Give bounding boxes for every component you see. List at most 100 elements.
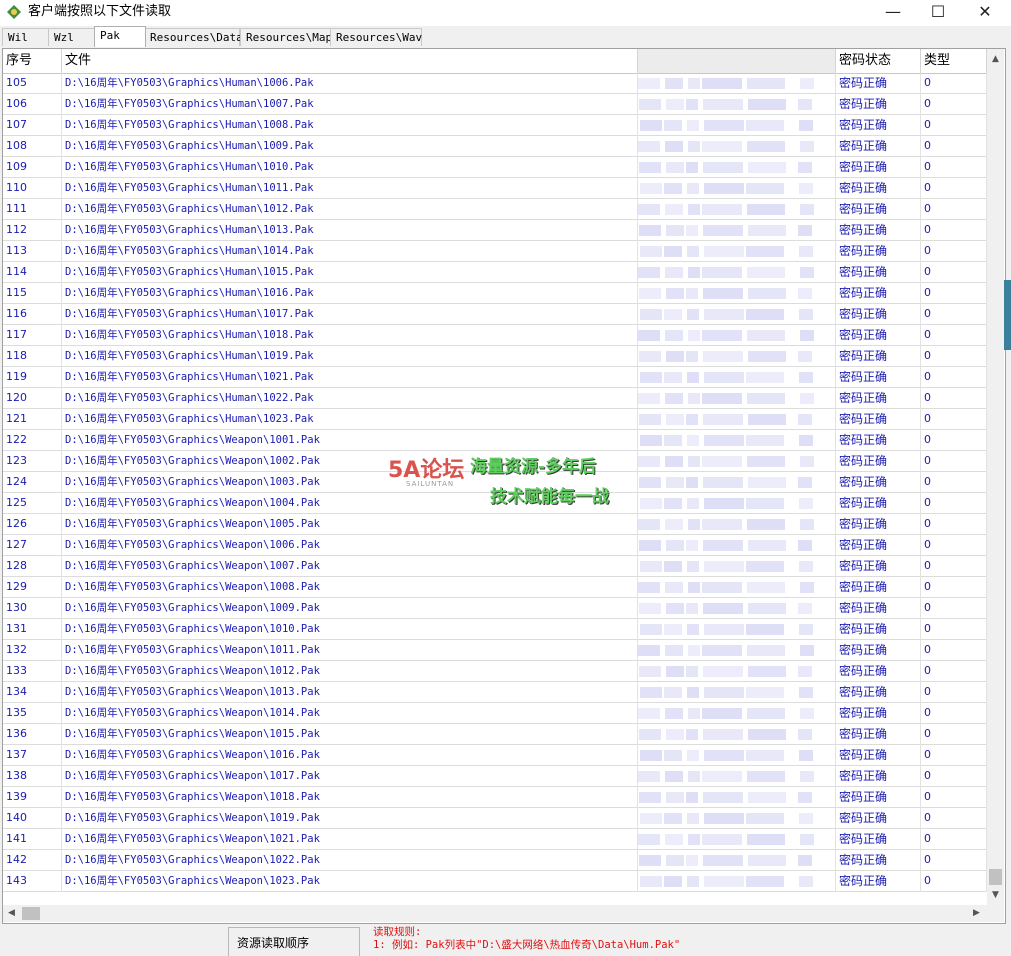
redaction-block (666, 792, 684, 803)
redaction-block (746, 876, 784, 887)
scroll-down-icon[interactable]: ▼ (987, 887, 1004, 904)
table-row[interactable]: 143 D:\16周年\FY0503\Graphics\Weapon\1023.P… (3, 871, 987, 892)
table-row[interactable]: 140 D:\16周年\FY0503\Graphics\Weapon\1019.P… (3, 808, 987, 829)
table-row[interactable]: 139 D:\16周年\FY0503\Graphics\Weapon\1018.P… (3, 787, 987, 808)
horizontal-scroll-thumb[interactable] (22, 907, 40, 920)
cell-seq: 137 (3, 745, 62, 766)
table-row[interactable]: 128 D:\16周年\FY0503\Graphics\Weapon\1007.P… (3, 556, 987, 577)
cell-seq: 132 (3, 640, 62, 661)
cell-file: D:\16周年\FY0503\Graphics\Weapon\1014.Pak (62, 703, 638, 724)
redaction-block (703, 603, 743, 614)
cell-type: 0 (921, 409, 987, 430)
table-row[interactable]: 105 D:\16周年\FY0503\Graphics\Human\1006.Pa… (3, 73, 987, 94)
table-row[interactable]: 117 D:\16周年\FY0503\Graphics\Human\1018.Pa… (3, 325, 987, 346)
cell-password-redacted (638, 850, 836, 871)
tab-pak[interactable]: Pak (94, 26, 146, 47)
bottom-panel: 资源读取顺序 读取规则: 1: 例如: Pak列表中"D:\盛大网络\热血传奇\… (0, 924, 1011, 956)
table-row[interactable]: 129 D:\16周年\FY0503\Graphics\Weapon\1008.P… (3, 577, 987, 598)
table-row[interactable]: 136 D:\16周年\FY0503\Graphics\Weapon\1015.P… (3, 724, 987, 745)
cell-password-state: 密码正确 (836, 598, 921, 619)
horizontal-scrollbar[interactable]: ◀ ▶ (3, 905, 987, 922)
table-row[interactable]: 142 D:\16周年\FY0503\Graphics\Weapon\1022.P… (3, 850, 987, 871)
redaction-block (746, 309, 784, 320)
maximize-button[interactable]: ☐ (915, 0, 961, 26)
cell-password-redacted (638, 157, 836, 178)
column-header-password[interactable] (638, 49, 836, 73)
redaction-block (747, 267, 785, 278)
table-row[interactable]: 127 D:\16周年\FY0503\Graphics\Weapon\1006.P… (3, 535, 987, 556)
redaction-block (800, 582, 814, 593)
cell-password-redacted (638, 766, 836, 787)
redaction-block (799, 309, 813, 320)
cell-password-redacted (638, 262, 836, 283)
tab-wzl[interactable]: Wzl (48, 28, 96, 46)
table-row[interactable]: 120 D:\16周年\FY0503\Graphics\Human\1022.Pa… (3, 388, 987, 409)
table-row[interactable]: 113 D:\16周年\FY0503\Graphics\Human\1014.Pa… (3, 241, 987, 262)
redaction-block (798, 414, 812, 425)
close-button[interactable]: ✕ (962, 0, 1008, 26)
table-row[interactable]: 115 D:\16周年\FY0503\Graphics\Human\1016.Pa… (3, 283, 987, 304)
redaction-block (687, 876, 699, 887)
cell-password-redacted (638, 871, 836, 892)
redaction-block (800, 771, 814, 782)
redaction-block (704, 183, 744, 194)
table-row[interactable]: 119 D:\16周年\FY0503\Graphics\Human\1021.Pa… (3, 367, 987, 388)
cell-file: D:\16周年\FY0503\Graphics\Weapon\1018.Pak (62, 787, 638, 808)
column-header-type[interactable]: 类型 (921, 49, 987, 73)
table-row[interactable]: 131 D:\16周年\FY0503\Graphics\Weapon\1010.P… (3, 619, 987, 640)
table-row[interactable]: 125 D:\16周年\FY0503\Graphics\Weapon\1004.P… (3, 493, 987, 514)
table-row[interactable]: 132 D:\16周年\FY0503\Graphics\Weapon\1011.P… (3, 640, 987, 661)
file-list[interactable]: 序号 文件 密码状态 类型 105 D:\16周年\FY0503\Graphics… (2, 48, 1006, 924)
table-row[interactable]: 130 D:\16周年\FY0503\Graphics\Weapon\1009.P… (3, 598, 987, 619)
cell-seq: 117 (3, 325, 62, 346)
cell-password-redacted (638, 619, 836, 640)
table-row[interactable]: 106 D:\16周年\FY0503\Graphics\Human\1007.Pa… (3, 94, 987, 115)
scroll-up-icon[interactable]: ▲ (987, 51, 1004, 68)
tab-wil[interactable]: Wil (2, 28, 52, 46)
redaction-block (747, 834, 785, 845)
table-row[interactable]: 122 D:\16周年\FY0503\Graphics\Weapon\1001.P… (3, 430, 987, 451)
table-row[interactable]: 114 D:\16周年\FY0503\Graphics\Human\1015.Pa… (3, 262, 987, 283)
table-row[interactable]: 112 D:\16周年\FY0503\Graphics\Human\1013.Pa… (3, 220, 987, 241)
vertical-scroll-thumb[interactable] (989, 869, 1002, 885)
table-row[interactable]: 137 D:\16周年\FY0503\Graphics\Weapon\1016.P… (3, 745, 987, 766)
table-row[interactable]: 123 D:\16周年\FY0503\Graphics\Weapon\1002.P… (3, 451, 987, 472)
table-row[interactable]: 110 D:\16周年\FY0503\Graphics\Human\1011.Pa… (3, 178, 987, 199)
redaction-block (640, 372, 662, 383)
cell-password-redacted (638, 556, 836, 577)
redaction-block (746, 624, 784, 635)
column-header-state[interactable]: 密码状态 (836, 49, 921, 73)
redaction-block (687, 561, 699, 572)
cell-type: 0 (921, 787, 987, 808)
column-header-file[interactable]: 文件 (62, 49, 638, 73)
table-row[interactable]: 109 D:\16周年\FY0503\Graphics\Human\1010.Pa… (3, 157, 987, 178)
redaction-block (702, 330, 742, 341)
table-row[interactable]: 108 D:\16周年\FY0503\Graphics\Human\1009.Pa… (3, 136, 987, 157)
tab-resources-map[interactable]: Resources\Map (240, 28, 332, 46)
table-row[interactable]: 118 D:\16周年\FY0503\Graphics\Human\1019.Pa… (3, 346, 987, 367)
table-row[interactable]: 126 D:\16周年\FY0503\Graphics\Weapon\1005.P… (3, 514, 987, 535)
cell-password-state: 密码正确 (836, 430, 921, 451)
scroll-left-icon[interactable]: ◀ (3, 905, 20, 922)
table-row[interactable]: 121 D:\16周年\FY0503\Graphics\Human\1023.Pa… (3, 409, 987, 430)
redaction-block (799, 498, 813, 509)
tab-resources-data[interactable]: Resources\Data (144, 28, 243, 46)
vertical-scrollbar[interactable]: ▲ ▼ (987, 49, 1004, 905)
table-row[interactable]: 135 D:\16周年\FY0503\Graphics\Weapon\1014.P… (3, 703, 987, 724)
minimize-button[interactable]: — (870, 0, 916, 26)
table-row[interactable]: 116 D:\16周年\FY0503\Graphics\Human\1017.Pa… (3, 304, 987, 325)
cell-password-state: 密码正确 (836, 367, 921, 388)
scroll-right-icon[interactable]: ▶ (968, 905, 985, 922)
cell-file: D:\16周年\FY0503\Graphics\Human\1014.Pak (62, 241, 638, 262)
table-row[interactable]: 138 D:\16周年\FY0503\Graphics\Weapon\1017.P… (3, 766, 987, 787)
cell-password-state: 密码正确 (836, 472, 921, 493)
redaction-block (748, 729, 786, 740)
column-header-seq[interactable]: 序号 (3, 49, 62, 73)
table-row[interactable]: 111 D:\16周年\FY0503\Graphics\Human\1012.Pa… (3, 199, 987, 220)
tab-resources-wav[interactable]: Resources\Wav (330, 28, 422, 46)
table-row[interactable]: 124 D:\16周年\FY0503\Graphics\Weapon\1003.P… (3, 472, 987, 493)
table-row[interactable]: 134 D:\16周年\FY0503\Graphics\Weapon\1013.P… (3, 682, 987, 703)
table-row[interactable]: 141 D:\16周年\FY0503\Graphics\Weapon\1021.P… (3, 829, 987, 850)
table-row[interactable]: 133 D:\16周年\FY0503\Graphics\Weapon\1012.P… (3, 661, 987, 682)
table-row[interactable]: 107 D:\16周年\FY0503\Graphics\Human\1008.Pa… (3, 115, 987, 136)
